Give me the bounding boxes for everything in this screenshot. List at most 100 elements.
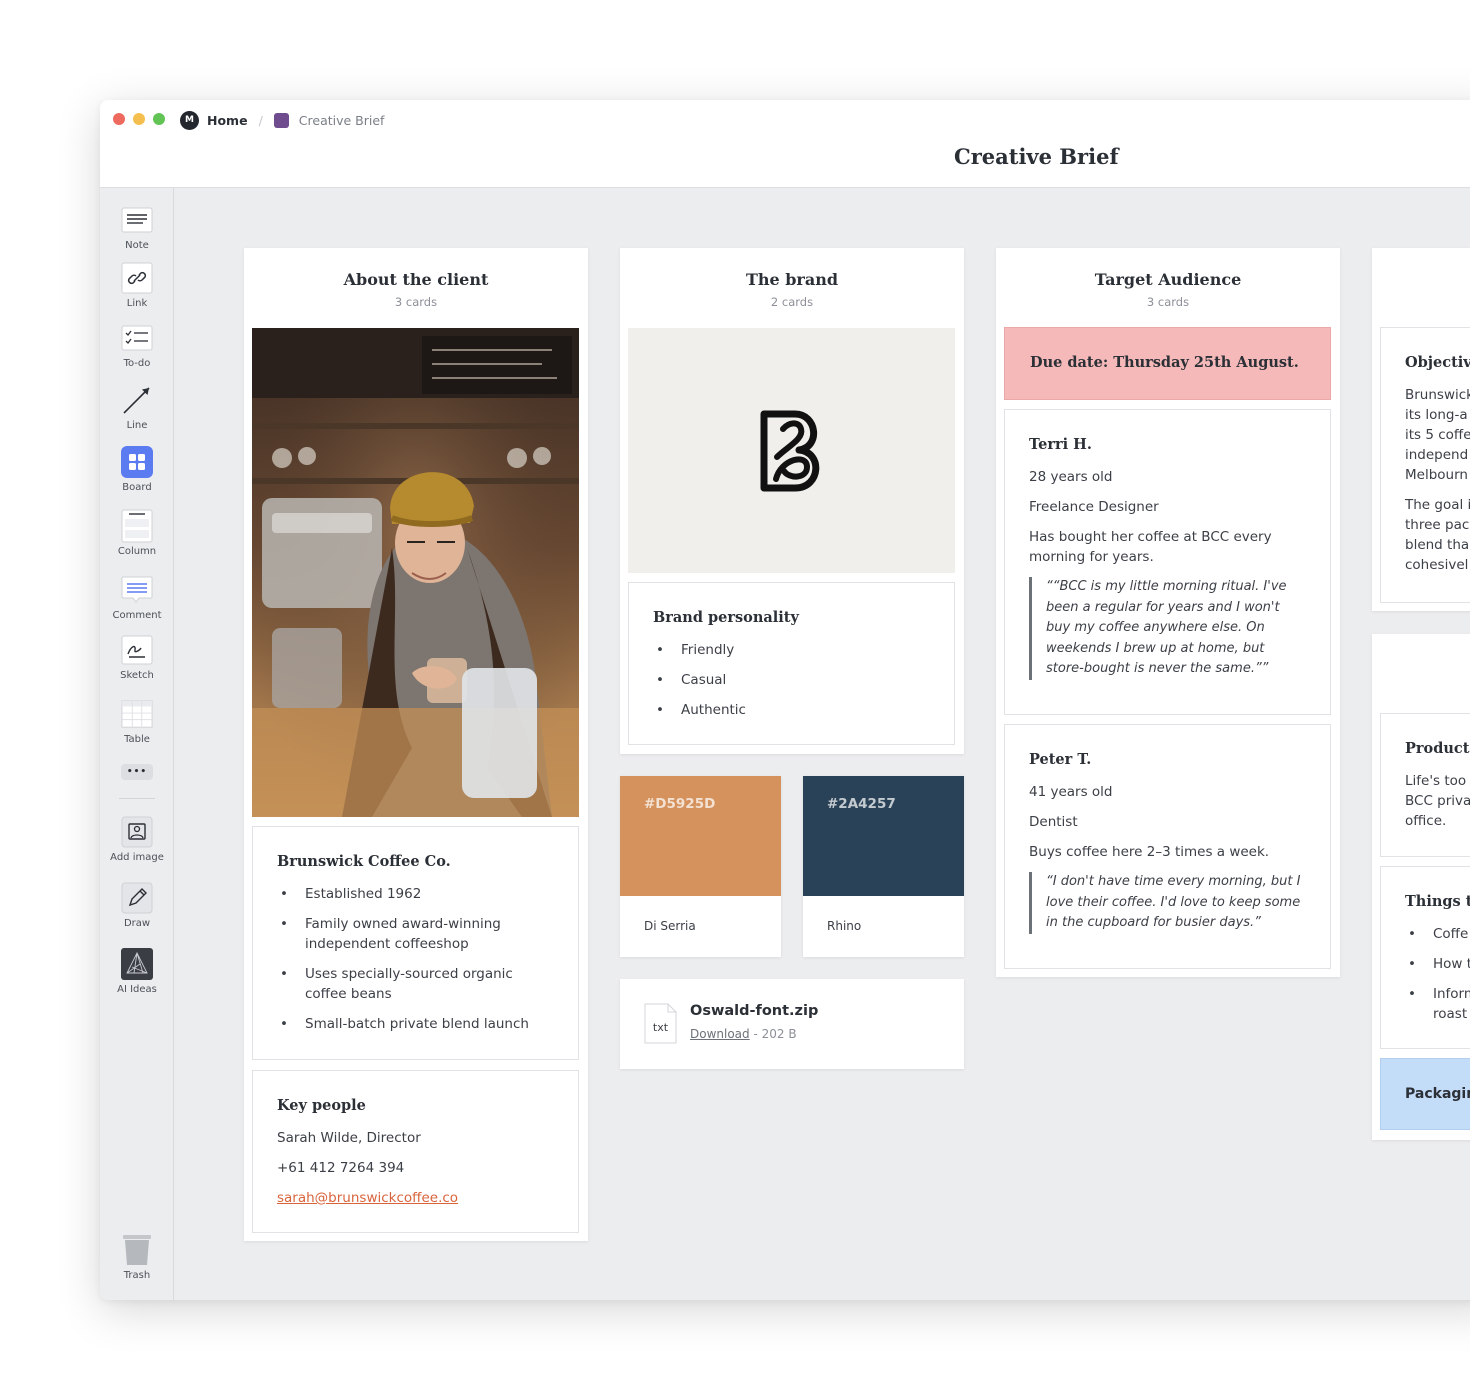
app-logo-icon[interactable]: M xyxy=(180,110,199,130)
list-item: Authentic xyxy=(653,700,930,720)
line-icon xyxy=(121,384,153,416)
column-card-count: 3 cards xyxy=(394,295,438,309)
tool-label: Column xyxy=(117,546,157,557)
column-objective[interactable]: Objective Brunswick its long-a its 5 cof… xyxy=(1372,248,1470,611)
swatch-color: #2A4257 xyxy=(803,776,964,896)
column-the-brand[interactable]: The brand 2 cards Brand personality Frie… xyxy=(620,248,964,754)
packaging-card[interactable]: Packagin xyxy=(1380,1058,1470,1130)
persona-name: Terri H. xyxy=(1029,436,1092,453)
note-icon xyxy=(121,204,153,236)
tool-ai-ideas[interactable]: AI Ideas xyxy=(100,948,174,995)
persona-habit: Has bought her coffee at BCC every morni… xyxy=(1029,529,1272,565)
tool-label: To-do xyxy=(123,358,151,369)
card-title: Brand personality xyxy=(653,609,799,626)
breadcrumb-current-board[interactable]: Creative Brief xyxy=(299,113,385,128)
tool-link[interactable]: Link xyxy=(100,262,174,309)
column-product[interactable]: Product Life's too BCC priva office. Thi… xyxy=(1372,634,1470,1140)
brand-personality-card[interactable]: Brand personality Friendly Casual Authen… xyxy=(628,582,955,745)
board-color-icon xyxy=(273,112,289,128)
add-image-icon xyxy=(121,816,153,848)
persona-job: Dentist xyxy=(1029,814,1078,830)
file-icon: txt xyxy=(644,1003,677,1044)
app-window: M Home / Creative Brief Creative Brief N… xyxy=(100,100,1470,1300)
swatch-name: Di Serria xyxy=(644,919,696,933)
maximize-window-button[interactable] xyxy=(153,113,165,125)
column-target-audience[interactable]: Target Audience 3 cards Due date: Thursd… xyxy=(996,248,1340,977)
column-about-the-client[interactable]: About the client 3 cards Brunswick Coffe… xyxy=(244,248,588,1241)
breadcrumb-home[interactable]: Home xyxy=(207,113,248,128)
column-title[interactable]: Target Audience xyxy=(996,270,1340,289)
text-line: roast xyxy=(1433,1006,1468,1022)
link-icon xyxy=(121,262,153,294)
tool-sketch[interactable]: Sketch xyxy=(100,634,174,681)
list-item: Casual xyxy=(653,670,930,690)
text-line: independ xyxy=(1405,447,1469,463)
text-line: its long-a xyxy=(1405,407,1468,423)
tool-column[interactable]: Column xyxy=(100,509,174,557)
list-item-continued: roast xyxy=(1405,1004,1470,1024)
text-line: Life's too xyxy=(1405,773,1467,789)
tool-label: Add image xyxy=(110,852,164,863)
file-size: - 202 B xyxy=(753,1027,797,1041)
persona-job: Freelance Designer xyxy=(1029,499,1159,515)
toolbar-divider xyxy=(119,798,155,799)
contact-phone: +61 412 7264 394 xyxy=(277,1160,405,1176)
objective-card[interactable]: Objective Brunswick its long-a its 5 cof… xyxy=(1380,327,1470,603)
board-canvas[interactable]: About the client 3 cards Brunswick Coffe… xyxy=(174,188,1470,1300)
list-item: Family owned award-winning independent c… xyxy=(277,914,554,954)
tool-todo[interactable]: To-do xyxy=(100,322,174,369)
persona-card-terri[interactable]: Terri H. 28 years old Freelance Designer… xyxy=(1004,409,1331,715)
minimize-window-button[interactable] xyxy=(133,113,145,125)
client-company-card[interactable]: Brunswick Coffee Co. Established 1962 Fa… xyxy=(252,826,579,1060)
tool-label: Note xyxy=(125,240,149,251)
trash-icon xyxy=(121,1234,153,1266)
tool-note[interactable]: Note xyxy=(100,204,174,251)
key-people-card[interactable]: Key people Sarah Wilde, Director +61 412… xyxy=(252,1070,579,1233)
card-title: Key people xyxy=(277,1097,366,1114)
swatch-name: Rhino xyxy=(827,919,862,933)
contact-email-link[interactable]: sarah@brunswickcoffee.co xyxy=(277,1190,458,1206)
column-card-count: 3 cards xyxy=(1146,295,1190,309)
tool-line[interactable]: Line xyxy=(100,384,174,431)
draw-icon xyxy=(121,882,153,914)
barista-photo[interactable] xyxy=(252,328,579,817)
file-attachment-card[interactable]: txt Oswald-font.zip Download - 202 B xyxy=(620,979,964,1069)
persona-quote: ““BCC is my little morning ritual. I've … xyxy=(1029,577,1306,680)
page-title[interactable]: Creative Brief xyxy=(954,144,1118,169)
todo-icon xyxy=(121,322,153,354)
swatch-color: #D5925D xyxy=(620,776,781,896)
more-tools-button[interactable]: ••• xyxy=(100,764,174,780)
card-title: Objective xyxy=(1405,354,1470,371)
card-title: Brunswick Coffee Co. xyxy=(277,853,451,870)
tool-label: Sketch xyxy=(120,670,154,681)
color-swatch-card[interactable]: #D5925D Di Serria xyxy=(620,776,781,957)
trash-button[interactable]: Trash xyxy=(100,1234,174,1281)
tool-comment[interactable]: Comment xyxy=(100,574,174,621)
color-swatch-card[interactable]: #2A4257 Rhino xyxy=(803,776,964,957)
tool-draw[interactable]: Draw xyxy=(100,882,174,929)
card-title: Product xyxy=(1405,740,1470,757)
table-icon xyxy=(121,698,153,730)
persona-name: Peter T. xyxy=(1029,751,1092,768)
tool-board[interactable]: Board xyxy=(100,446,174,493)
text-line: blend tha xyxy=(1405,537,1470,553)
download-link[interactable]: Download xyxy=(690,1027,750,1041)
due-date-card[interactable]: Due date: Thursday 25th August. xyxy=(1004,327,1331,400)
column-title[interactable]: About the client xyxy=(244,270,588,289)
persona-card-peter[interactable]: Peter T. 41 years old Dentist Buys coffe… xyxy=(1004,724,1331,969)
breadcrumb: M Home / Creative Brief xyxy=(180,110,384,130)
column-title[interactable]: The brand xyxy=(620,270,964,289)
bullet-list: Friendly Casual Authentic xyxy=(653,640,930,720)
list-item: Coffe xyxy=(1405,924,1470,944)
list-item: How t xyxy=(1405,954,1470,974)
text-line: office. xyxy=(1405,813,1447,829)
things-card[interactable]: Things to Coffe How t Inform roast xyxy=(1380,866,1470,1049)
product-card[interactable]: Product Life's too BCC priva office. xyxy=(1380,713,1470,857)
bullet-list: Coffe How t Inform roast xyxy=(1405,924,1470,1024)
persona-age: 28 years old xyxy=(1029,469,1113,485)
tool-add-image[interactable]: Add image xyxy=(100,816,174,863)
tool-label: AI Ideas xyxy=(117,984,157,995)
close-window-button[interactable] xyxy=(113,113,125,125)
brand-logo-image[interactable] xyxy=(628,328,955,573)
tool-table[interactable]: Table xyxy=(100,698,174,745)
